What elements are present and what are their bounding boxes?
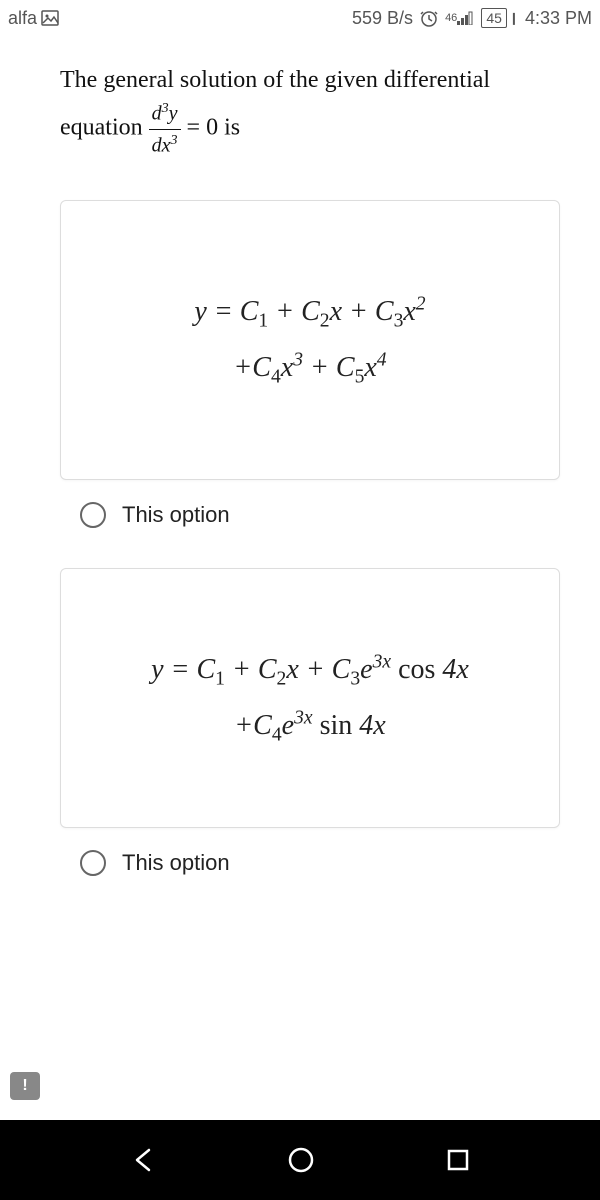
battery-indicator: 45	[481, 8, 507, 28]
question-text: The general solution of the given differ…	[60, 62, 560, 160]
signal-icon: 46	[445, 11, 475, 25]
radio-icon	[80, 850, 106, 876]
nav-bar	[0, 1120, 600, 1200]
question-line-2: equation d3y dx3 = 0 is	[60, 98, 560, 160]
option-1-math: y = C1 + C2x + C3x2 +C4x3 + C5x4	[194, 284, 425, 398]
status-left: alfa	[8, 8, 59, 29]
question-line-1: The general solution of the given differ…	[60, 62, 560, 98]
fraction-numerator: d3y	[149, 98, 181, 130]
speed-label: 559 B/s	[352, 8, 413, 29]
status-bar: alfa 559 B/s 46 45 ❙ 4:33 PM	[0, 0, 600, 36]
option-card-1: y = C1 + C2x + C3x2 +C4x3 + C5x4	[60, 200, 560, 480]
fraction-denominator: dx3	[149, 130, 181, 161]
alarm-icon	[419, 8, 439, 28]
option-2-math: y = C1 + C2x + C3e3x cos 4x +C4e3x sin 4…	[151, 642, 469, 756]
clock: 4:33 PM	[525, 8, 592, 29]
chat-badge: !	[22, 1077, 27, 1095]
option-1-label: This option	[122, 502, 230, 528]
option-2-radio[interactable]: This option	[80, 850, 560, 876]
chat-bubble-icon[interactable]: !	[10, 1072, 40, 1100]
carrier-label: alfa	[8, 8, 37, 29]
recent-button[interactable]	[446, 1148, 470, 1172]
home-button[interactable]	[287, 1146, 315, 1174]
fraction: d3y dx3	[149, 98, 181, 160]
option-card-2: y = C1 + C2x + C3e3x cos 4x +C4e3x sin 4…	[60, 568, 560, 828]
radio-icon	[80, 502, 106, 528]
image-icon	[41, 10, 59, 26]
option-1-radio[interactable]: This option	[80, 502, 560, 528]
back-button[interactable]	[131, 1147, 157, 1173]
status-right: 559 B/s 46 45 ❙ 4:33 PM	[352, 8, 592, 29]
option-2-label: This option	[122, 850, 230, 876]
content-area: The general solution of the given differ…	[0, 36, 600, 876]
